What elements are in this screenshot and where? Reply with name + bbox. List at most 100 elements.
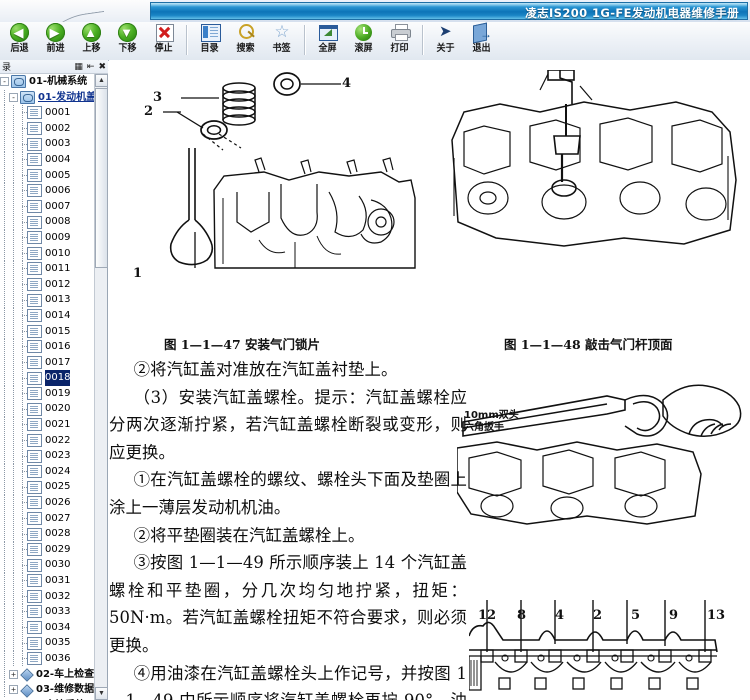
tree-node[interactable]: 0022 xyxy=(0,432,94,449)
pin-icon[interactable]: ⇤ xyxy=(87,61,95,71)
tree-collapse-toggle[interactable]: - xyxy=(0,77,9,87)
figure-bolt-sequence-illustration xyxy=(469,600,718,691)
document-icon xyxy=(27,122,42,136)
tree-indent-guide xyxy=(9,323,18,339)
tree-node[interactable]: 0024 xyxy=(0,464,94,480)
document-icon xyxy=(27,480,42,494)
toolbar-back-button[interactable]: ◀ 后退 xyxy=(2,22,38,59)
tree-node[interactable]: 0015 xyxy=(0,323,94,340)
tree-node[interactable]: +03-维修数据 xyxy=(0,682,94,698)
navigation-tree[interactable]: - 01-机械系统 - 01-发动机盖 0001 0002 0003 0004 0005 0006… xyxy=(0,74,94,700)
tree-node[interactable]: 0025 xyxy=(0,479,94,495)
tree-node[interactable]: 0014 xyxy=(0,308,94,324)
tree-leaf-guide xyxy=(18,199,27,215)
tree-indent-guide xyxy=(9,370,18,386)
tree-node[interactable]: 0026 xyxy=(0,495,94,511)
toolbar-autoscroll-button[interactable]: 滚屏 xyxy=(346,22,382,59)
tree-node[interactable]: 0029 xyxy=(0,542,94,558)
tree-node[interactable]: 0032 xyxy=(0,588,94,605)
tree-node[interactable]: 0013 xyxy=(0,292,94,308)
toolbar-search-button[interactable]: 搜索 xyxy=(228,22,264,59)
tree-node[interactable]: 0035 xyxy=(0,635,94,651)
tree-node[interactable]: 0004 xyxy=(0,152,94,168)
tree-node[interactable]: 0011 xyxy=(0,261,94,277)
toolbar-down-button[interactable]: ▼ 下移 xyxy=(110,22,146,59)
toolbar-bookmark-button[interactable]: ☆ 书签 xyxy=(264,22,300,59)
tree-node[interactable]: - 01-发动机盖 xyxy=(0,89,94,106)
toolbar-contents-button[interactable]: 目录 xyxy=(192,22,228,59)
document-icon xyxy=(27,168,42,182)
document-viewer[interactable]: 1 2 3 4 图 1—1—47 安装气门锁片 图 1—1—48 敲击气门杆顶面… xyxy=(109,60,750,700)
tree-indent-guide xyxy=(9,292,18,308)
toolbar-fullscreen-button[interactable]: 全屏 xyxy=(310,22,346,59)
tree-node[interactable]: 0005 xyxy=(0,167,94,184)
tree-node[interactable]: 0034 xyxy=(0,620,94,636)
tree-indent-guide xyxy=(0,432,9,448)
tree-node[interactable]: 0003 xyxy=(0,136,94,152)
tree-node[interactable]: 0001 xyxy=(0,105,94,121)
tree-collapse-toggle[interactable]: - xyxy=(9,92,18,102)
close-icon[interactable]: ✖ xyxy=(98,61,106,71)
tree-node[interactable]: 0033 xyxy=(0,604,94,620)
sidebar-scrollbar[interactable]: ▲ ▼ xyxy=(94,74,108,700)
toolbar-print-button[interactable]: 打印 xyxy=(382,22,418,59)
forward-arrow-icon: ▶ xyxy=(45,23,67,43)
toolbar-exit-button[interactable]: → 退出 xyxy=(464,22,500,59)
tree-expand-toggle[interactable]: + xyxy=(9,669,18,679)
tree-node[interactable]: 0023 xyxy=(0,448,94,464)
tree-node[interactable]: - 01-机械系统 xyxy=(0,74,94,90)
tree-node[interactable]: 0030 xyxy=(0,557,94,573)
tree-node-label: 0014 xyxy=(45,309,71,321)
tree-expand-toggle[interactable]: + xyxy=(9,685,18,695)
tree-node[interactable]: 0020 xyxy=(0,401,94,417)
contents-icon xyxy=(199,23,221,43)
tree-node[interactable]: 0010 xyxy=(0,245,94,262)
tree-indent-guide xyxy=(9,588,18,604)
tree-node[interactable]: 0027 xyxy=(0,510,94,527)
tree-node[interactable]: +02-车上检查 xyxy=(0,666,94,683)
tree-node[interactable]: 0021 xyxy=(0,417,94,433)
tree-node[interactable]: 0036 xyxy=(0,651,94,667)
figure-valve-strike-illustration xyxy=(451,70,737,247)
document-icon xyxy=(27,621,42,635)
panel-icon[interactable]: ▦ xyxy=(74,61,83,71)
tree-node[interactable]: 0009 xyxy=(0,230,94,246)
tree-node[interactable]: 0006 xyxy=(0,183,94,199)
tree-node-label: 0021 xyxy=(45,419,71,431)
document-paragraph: ③按图 1—1—49 所示顺序装上 14 个汽缸盖螺栓和平垫圈，分几次均匀地拧紧… xyxy=(109,553,467,655)
toolbar-up-button[interactable]: ▲ 上移 xyxy=(74,22,110,59)
tree-node[interactable]: 0031 xyxy=(0,573,94,589)
tree-node[interactable]: 0016 xyxy=(0,339,94,355)
tree-node-label: 0026 xyxy=(45,497,71,509)
scroll-up-arrow[interactable]: ▲ xyxy=(95,74,108,87)
tree-indent-guide xyxy=(0,620,9,636)
tree-node[interactable]: 0028 xyxy=(0,526,94,542)
tree-node[interactable]: 0018 xyxy=(0,370,94,386)
toolbar-separator-2 xyxy=(304,25,306,55)
tree-indent-guide xyxy=(9,635,18,651)
scroll-thumb[interactable] xyxy=(95,88,108,268)
tree-leaf-guide xyxy=(18,152,27,168)
tree-node[interactable]: 0002 xyxy=(0,121,94,137)
toolbar-stop-button[interactable]: 停止 xyxy=(146,22,182,59)
tree-node-label: 0013 xyxy=(45,294,71,306)
tree-node[interactable]: 0007 xyxy=(0,199,94,215)
toolbar-up-label: 上移 xyxy=(82,43,102,54)
figure-valve-lock-illustration xyxy=(163,72,416,269)
tree-node[interactable]: 0008 xyxy=(0,214,94,230)
tree-node[interactable]: 0012 xyxy=(0,277,94,293)
toolbar-about-button[interactable]: ➤ 关于 xyxy=(428,22,464,59)
document-icon xyxy=(27,636,42,650)
document-icon xyxy=(27,433,42,447)
tree-node[interactable]: 0017 xyxy=(0,354,94,371)
tree-indent-guide xyxy=(9,167,18,183)
toolbar-forward-button[interactable]: ▶ 前进 xyxy=(38,22,74,59)
tree-leaf-guide xyxy=(18,526,27,542)
folder-icon xyxy=(11,75,26,89)
tree-indent-guide xyxy=(0,370,9,386)
scroll-down-arrow[interactable]: ▼ xyxy=(95,687,108,700)
toolbar-separator-1 xyxy=(186,25,188,55)
tree-node[interactable]: 0019 xyxy=(0,386,94,402)
toolbar-back-label: 后退 xyxy=(10,43,30,54)
tree-node-label: 0035 xyxy=(45,637,71,649)
